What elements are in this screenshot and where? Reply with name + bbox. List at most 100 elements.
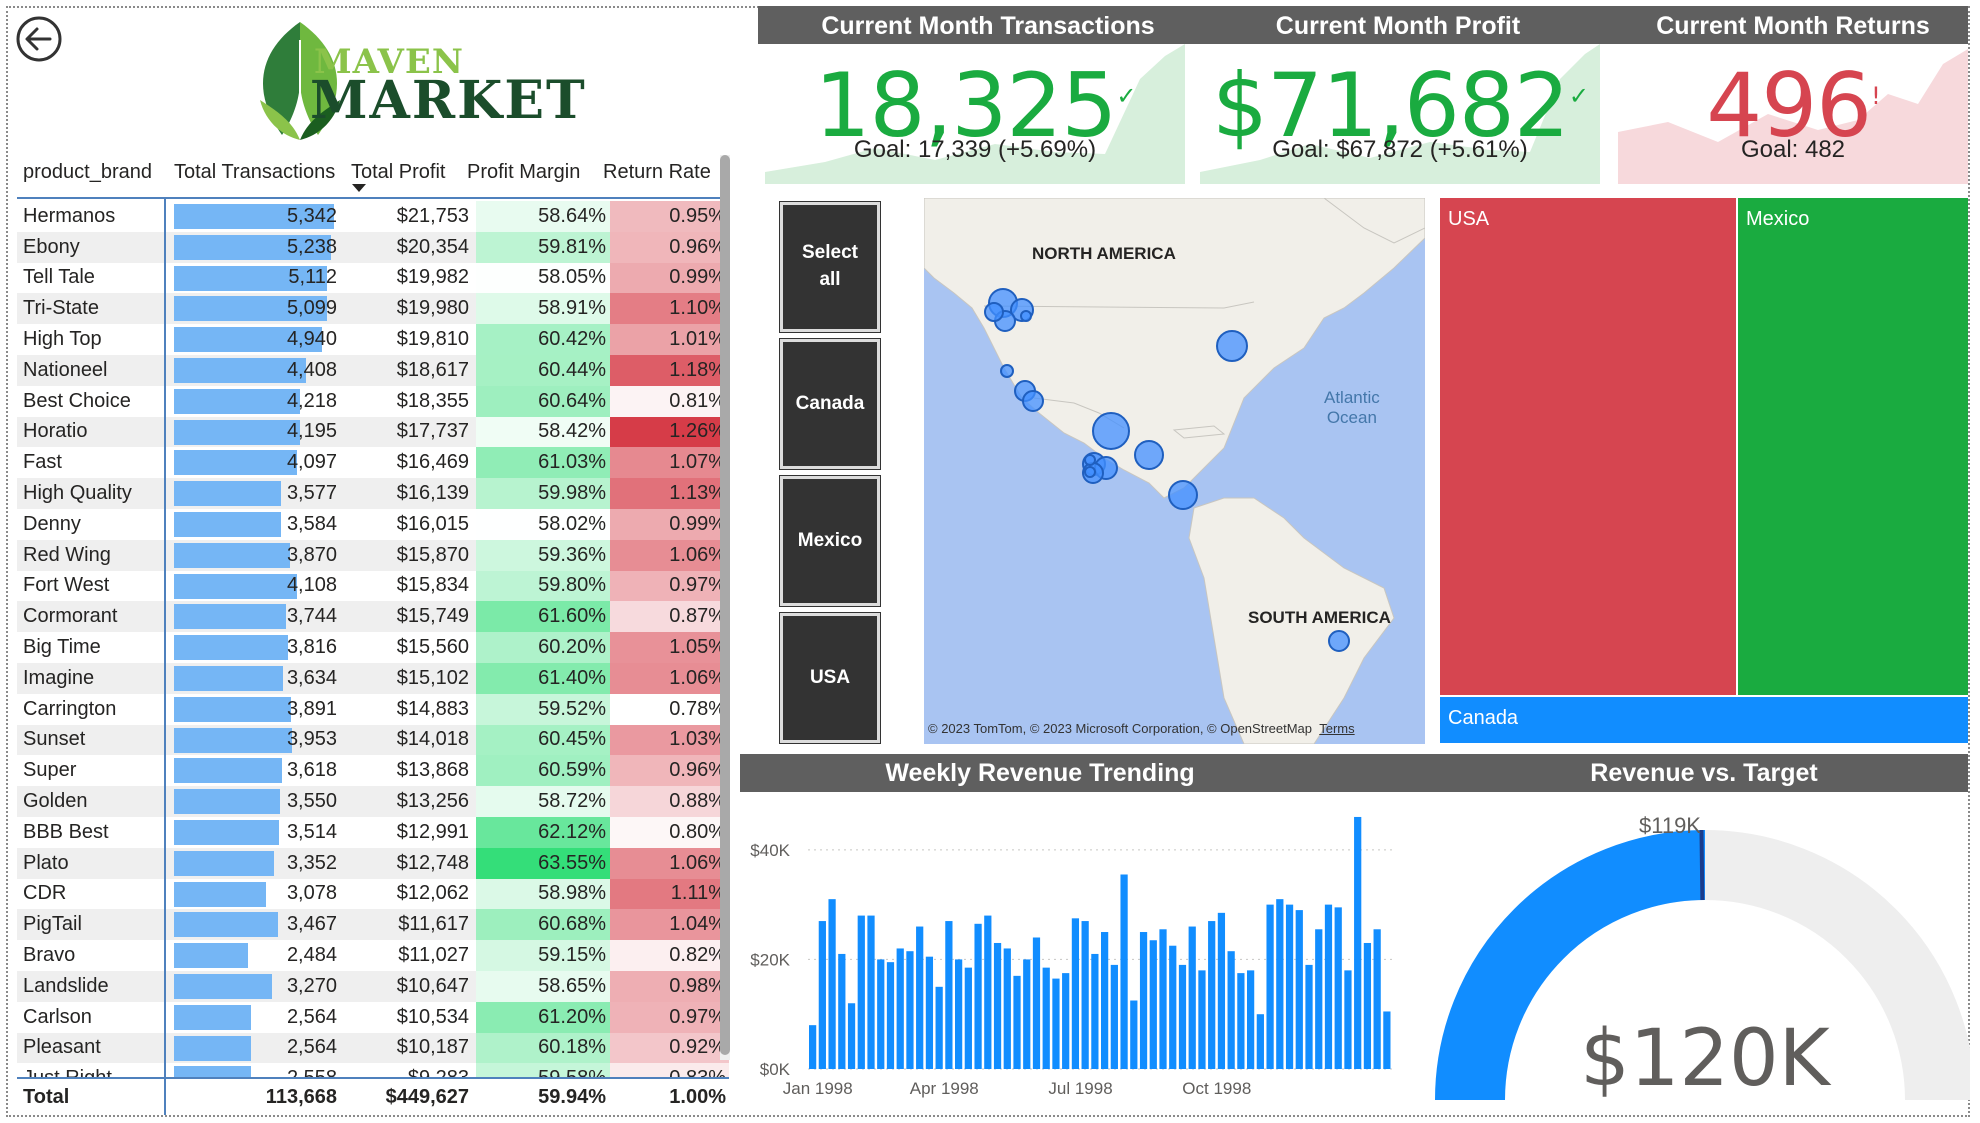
weekly-revenue-bar[interactable] (906, 951, 914, 1069)
weekly-revenue-bar[interactable] (1198, 970, 1206, 1069)
table-row[interactable]: Hermanos 5,342 $21,753 58.64% 0.95% (17, 201, 729, 232)
weekly-revenue-bar[interactable] (1247, 970, 1255, 1069)
weekly-revenue-bar[interactable] (1110, 964, 1118, 1069)
weekly-revenue-bar[interactable] (1295, 910, 1303, 1069)
weekly-revenue-bar[interactable] (1256, 1014, 1264, 1069)
weekly-revenue-bar[interactable] (1023, 959, 1031, 1069)
weekly-revenue-bar[interactable] (1217, 912, 1226, 1069)
weekly-revenue-bar[interactable] (1373, 929, 1381, 1069)
weekly-revenue-bar[interactable] (1285, 904, 1294, 1069)
table-row[interactable]: BBB Best 3,514 $12,991 62.12% 0.80% (17, 817, 729, 848)
table-row[interactable]: PigTail 3,467 $11,617 60.68% 1.04% (17, 909, 729, 941)
table-row[interactable]: Tri-State 5,099 $19,980 58.91% 1.10% (17, 293, 729, 325)
weekly-revenue-bar[interactable] (1324, 904, 1333, 1069)
treemap-canada[interactable]: Canada (1440, 697, 1968, 743)
weekly-revenue-bar[interactable] (1120, 874, 1128, 1069)
weekly-revenue-bar[interactable] (1354, 816, 1362, 1069)
weekly-revenue-bar[interactable] (1208, 921, 1216, 1069)
map-bubble[interactable] (1022, 390, 1044, 412)
weekly-revenue-bar[interactable] (828, 899, 836, 1069)
table-row[interactable]: Best Choice 4,218 $18,355 60.64% 0.81% (17, 385, 729, 417)
map-bubble[interactable] (1168, 480, 1198, 510)
weekly-revenue-bar[interactable] (1052, 978, 1060, 1069)
map-bubble[interactable] (984, 302, 1004, 322)
header-return-rate[interactable]: Return Rate (603, 161, 711, 184)
table-row[interactable]: Sunset 3,953 $14,018 60.45% 1.03% (17, 724, 729, 756)
weekly-revenue-bar[interactable] (818, 921, 826, 1069)
weekly-revenue-bar[interactable] (847, 1003, 856, 1069)
map-bubble[interactable] (1084, 466, 1096, 478)
revenue-gauge[interactable]: $119K $120K (1420, 800, 1970, 1110)
weekly-revenue-bar[interactable] (1091, 953, 1099, 1069)
weekly-revenue-bar[interactable] (916, 926, 924, 1069)
weekly-revenue-bar[interactable] (1276, 899, 1284, 1069)
table-row[interactable]: CDR 3,078 $12,062 58.98% 1.11% (17, 878, 729, 910)
weekly-revenue-bar[interactable] (1130, 1000, 1138, 1069)
treemap-usa[interactable]: USA (1440, 198, 1736, 695)
weekly-revenue-bar[interactable] (1305, 964, 1313, 1069)
weekly-revenue-bar[interactable] (925, 956, 934, 1069)
weekly-revenue-bar[interactable] (1062, 973, 1070, 1069)
slicer-usa[interactable]: USA (779, 612, 881, 744)
weekly-revenue-bar[interactable] (1071, 918, 1080, 1069)
map-terms-link[interactable]: Terms (1319, 721, 1354, 736)
weekly-revenue-bar[interactable] (1101, 932, 1109, 1069)
weekly-revenue-bar[interactable] (1383, 1011, 1391, 1069)
table-row[interactable]: Denny 3,584 $16,015 58.02% 0.99% (17, 509, 729, 540)
weekly-revenue-bar[interactable] (1139, 932, 1148, 1069)
slicer-mexico[interactable]: Mexico (779, 475, 881, 607)
weekly-revenue-bar[interactable] (1149, 940, 1157, 1069)
map-bubble[interactable] (1216, 330, 1248, 362)
slicer-canada[interactable]: Canada (779, 338, 881, 470)
map-bubble[interactable] (1020, 310, 1032, 322)
weekly-revenue-bar[interactable] (809, 1025, 817, 1069)
table-row[interactable]: Nationeel 4,408 $18,617 60.44% 1.18% (17, 355, 729, 386)
table-row[interactable]: High Quality 3,577 $16,139 59.98% 1.13% (17, 478, 729, 509)
table-row[interactable]: Fort West 4,108 $15,834 59.80% 0.97% (17, 570, 729, 602)
weekly-revenue-bar[interactable] (935, 986, 943, 1069)
table-row[interactable]: Bravo 2,484 $11,027 59.15% 0.82% (17, 940, 729, 971)
table-row[interactable]: Golden 3,550 $13,256 58.72% 0.88% (17, 786, 729, 817)
header-total-transactions[interactable]: Total Transactions (174, 161, 335, 184)
weekly-revenue-bar[interactable] (877, 959, 885, 1069)
weekly-revenue-bar[interactable] (1227, 951, 1235, 1069)
table-row[interactable]: Plato 3,352 $12,748 63.55% 1.06% (17, 847, 729, 879)
header-total-profit[interactable]: Total Profit (351, 161, 445, 184)
weekly-revenue-bar[interactable] (1334, 907, 1342, 1069)
back-arrow-icon[interactable] (14, 14, 64, 64)
weekly-revenue-bar[interactable] (964, 967, 972, 1069)
table-row[interactable]: Landslide 3,270 $10,647 58.65% 0.98% (17, 971, 729, 1002)
map-bubble[interactable] (1000, 364, 1014, 378)
weekly-revenue-bar[interactable] (1042, 967, 1050, 1069)
weekly-revenue-bar[interactable] (1003, 948, 1011, 1069)
weekly-revenue-bar[interactable] (857, 915, 865, 1069)
table-row[interactable]: Carrington 3,891 $14,883 59.52% 0.78% (17, 693, 729, 725)
table-row[interactable]: Carlson 2,564 $10,534 61.20% 0.97% (17, 1001, 729, 1033)
table-row[interactable]: Pleasant 2,564 $10,187 60.18% 0.92% (17, 1032, 729, 1064)
table-row[interactable]: Fast 4,097 $16,469 61.03% 1.07% (17, 447, 729, 479)
weekly-revenue-bar[interactable] (945, 921, 953, 1069)
weekly-revenue-bar[interactable] (1178, 964, 1187, 1069)
weekly-revenue-bar[interactable] (1266, 904, 1274, 1069)
weekly-revenue-chart[interactable]: $0K $20K $40K Jan 1998 Apr 1998 Jul 1998 Oct … (740, 800, 1400, 1100)
table-row[interactable]: Super 3,618 $13,868 60.59% 0.96% (17, 755, 729, 787)
weekly-revenue-bar[interactable] (974, 923, 982, 1069)
table-row[interactable]: Cormorant 3,744 $15,749 61.60% 0.87% (17, 601, 729, 633)
table-row[interactable]: Big Time 3,816 $15,560 60.20% 1.05% (17, 632, 729, 663)
weekly-revenue-bar[interactable] (886, 962, 895, 1069)
map-bubble[interactable] (1084, 454, 1096, 466)
table-scrollbar-thumb[interactable] (720, 155, 730, 1055)
map-bubble[interactable] (1328, 630, 1350, 652)
table-row[interactable]: Imagine 3,634 $15,102 61.40% 1.06% (17, 663, 729, 694)
slicer-select-all[interactable]: Select all (779, 201, 881, 333)
kpi-card-transactions[interactable]: 18,325✓ Goal: 17,339 (+5.69%) (765, 44, 1185, 184)
weekly-revenue-bar[interactable] (1363, 942, 1372, 1069)
kpi-card-returns[interactable]: 496! Goal: 482 (1618, 44, 1968, 184)
weekly-revenue-bar[interactable] (1188, 926, 1196, 1069)
table-row[interactable]: Just Right 2,558 $9,283 59.58% 0.83% (17, 1063, 729, 1077)
weekly-revenue-bar[interactable] (838, 953, 846, 1069)
store-location-map[interactable]: NORTH AMERICA SOUTH AMERICA Atlantic Oce… (924, 198, 1425, 744)
table-row[interactable]: Ebony 5,238 $20,354 59.81% 0.96% (17, 231, 729, 263)
chart-bars[interactable] (809, 816, 1391, 1069)
weekly-revenue-bar[interactable] (896, 948, 904, 1069)
